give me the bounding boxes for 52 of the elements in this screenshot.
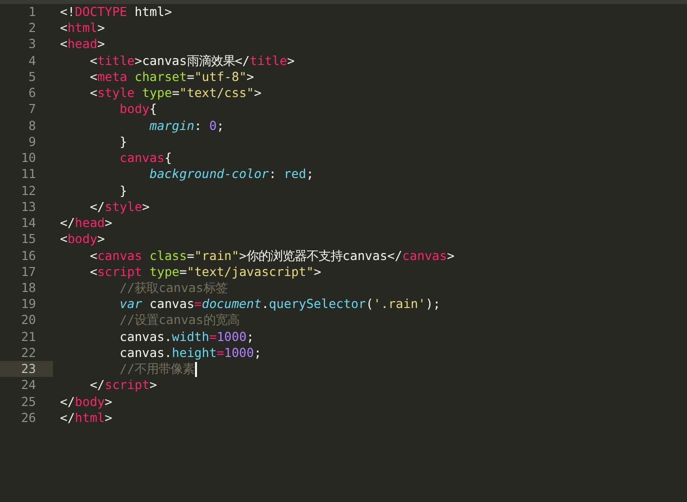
code-line: body{ bbox=[118, 101, 157, 118]
line-number: 7 bbox=[28, 101, 37, 118]
line-number: 8 bbox=[28, 118, 37, 134]
line-number: 11 bbox=[20, 166, 37, 183]
line-number: 25 bbox=[20, 394, 37, 410]
line-number: 16 bbox=[20, 248, 37, 264]
code-line: background-color: red; bbox=[148, 166, 314, 183]
code-line: <body> bbox=[60, 231, 105, 248]
line-number: 10 bbox=[20, 150, 37, 166]
code-line: </html> bbox=[60, 410, 112, 426]
code-line: </style> bbox=[88, 198, 150, 216]
line-number: 12 bbox=[20, 182, 37, 199]
code-line: //设置canvas的宽高 bbox=[118, 312, 240, 329]
code-line: //不用带像素 bbox=[118, 361, 195, 378]
code-line: </script> bbox=[88, 377, 157, 394]
code-line: <script type="text/javascript"> bbox=[88, 264, 322, 280]
line-number: 20 bbox=[20, 312, 37, 329]
code-line: <html> bbox=[60, 20, 105, 36]
code-line: </body> bbox=[60, 394, 112, 410]
line-number: 6 bbox=[28, 85, 37, 102]
line-number: 26 bbox=[20, 410, 37, 426]
line-number: 2 bbox=[28, 20, 37, 36]
line-number: 4 bbox=[28, 52, 37, 69]
code-line: //获取canvas标签 bbox=[118, 280, 228, 296]
code-line: <head> bbox=[60, 36, 105, 53]
line-number: 23 bbox=[0, 361, 53, 378]
code-line: <meta charset="utf-8"> bbox=[88, 68, 254, 86]
line-number: 13 bbox=[20, 198, 37, 216]
line-number: 22 bbox=[20, 344, 37, 362]
code-line: margin: 0; bbox=[148, 118, 224, 134]
code-line: </head> bbox=[60, 215, 112, 232]
code-line: <title>canvas雨滴效果</title> bbox=[88, 52, 295, 69]
line-number: 19 bbox=[20, 296, 37, 312]
code-line: } bbox=[118, 182, 128, 199]
line-number: 9 bbox=[28, 134, 37, 150]
line-number: 24 bbox=[20, 377, 37, 394]
line-number: 5 bbox=[28, 68, 37, 86]
line-number: 21 bbox=[20, 328, 37, 345]
code-line: <canvas class="rain">你的浏览器不支持canvas</canvas> bbox=[88, 248, 454, 264]
line-number: 17 bbox=[20, 264, 37, 280]
code-line: canvas.width=1000; bbox=[118, 328, 254, 345]
code-line: var canvas=document.querySelector('.rain'); bbox=[118, 296, 440, 312]
line-number: 1 bbox=[28, 4, 37, 20]
code-line: <!DOCTYPE html> bbox=[60, 4, 172, 20]
line-number: 3 bbox=[28, 36, 37, 53]
code-line: canvas{ bbox=[118, 150, 172, 166]
line-number: 14 bbox=[20, 215, 37, 232]
line-number: 15 bbox=[20, 231, 37, 248]
code-line: canvas.height=1000; bbox=[118, 344, 262, 362]
code-line: <style type="text/css"> bbox=[88, 85, 262, 102]
code-line: } bbox=[118, 134, 128, 150]
line-number: 18 bbox=[20, 280, 37, 296]
